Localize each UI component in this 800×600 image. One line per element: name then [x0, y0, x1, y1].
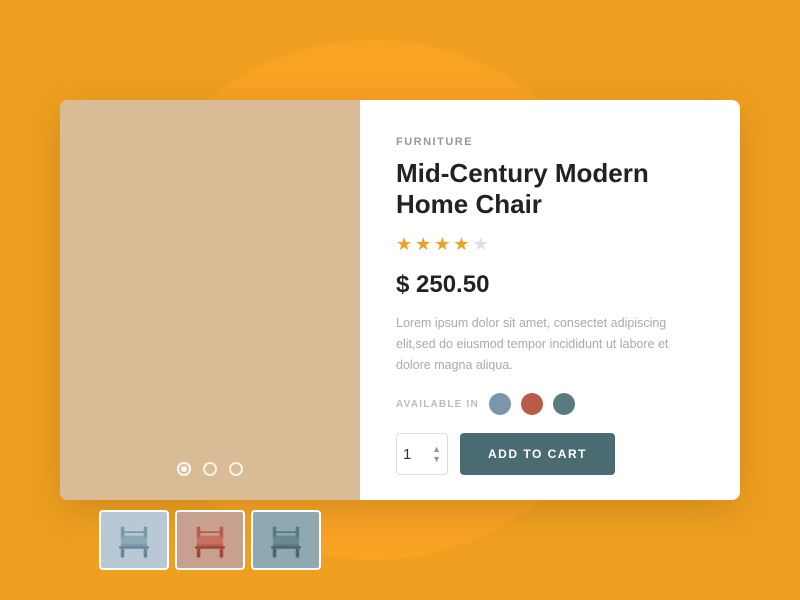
- color-swatch-red[interactable]: [521, 393, 543, 415]
- product-description: Lorem ipsum dolor sit amet, consectet ad…: [396, 313, 704, 375]
- product-category: FURNITURE: [396, 136, 704, 148]
- qty-up-arrow[interactable]: ▲: [432, 445, 441, 454]
- thumbnail-row: [99, 510, 321, 570]
- product-price: $ 250.50: [396, 271, 704, 299]
- star-4: ★: [453, 234, 469, 255]
- qty-down-arrow[interactable]: ▼: [432, 455, 441, 464]
- carousel-dot-3[interactable]: [229, 462, 243, 476]
- product-title: Mid-Century Modern Home Chair: [396, 158, 704, 220]
- quantity-stepper[interactable]: ▲ ▼: [432, 445, 441, 464]
- chair-icon-1: [112, 518, 156, 562]
- product-details-panel: FURNITURE Mid-Century Modern Home Chair …: [360, 100, 740, 500]
- add-to-cart-row: 1 ▲ ▼ ADD TO CART: [396, 433, 704, 475]
- color-swatch-blue[interactable]: [489, 393, 511, 415]
- color-options-row: AVAILABLE IN: [396, 393, 704, 415]
- carousel-dot-2[interactable]: [203, 462, 217, 476]
- chair-icon-2: [188, 518, 232, 562]
- color-swatch-teal[interactable]: [553, 393, 575, 415]
- star-1: ★: [396, 234, 412, 255]
- carousel-dots: [177, 462, 243, 476]
- quantity-box: 1 ▲ ▼: [396, 433, 448, 475]
- carousel-dot-1[interactable]: [177, 462, 191, 476]
- star-3: ★: [434, 234, 450, 255]
- chair-icon-3: [264, 518, 308, 562]
- quantity-value: 1: [403, 446, 411, 463]
- product-image-panel: [60, 100, 360, 500]
- thumbnail-1[interactable]: [99, 510, 169, 570]
- available-label: AVAILABLE IN: [396, 399, 479, 410]
- thumbnail-2[interactable]: [175, 510, 245, 570]
- rating-stars: ★ ★ ★ ★ ★: [396, 234, 704, 255]
- star-2: ★: [415, 234, 431, 255]
- thumbnail-3[interactable]: [251, 510, 321, 570]
- product-card: FURNITURE Mid-Century Modern Home Chair …: [60, 100, 740, 500]
- star-5: ★: [473, 234, 489, 255]
- add-to-cart-button[interactable]: ADD TO CART: [460, 433, 615, 475]
